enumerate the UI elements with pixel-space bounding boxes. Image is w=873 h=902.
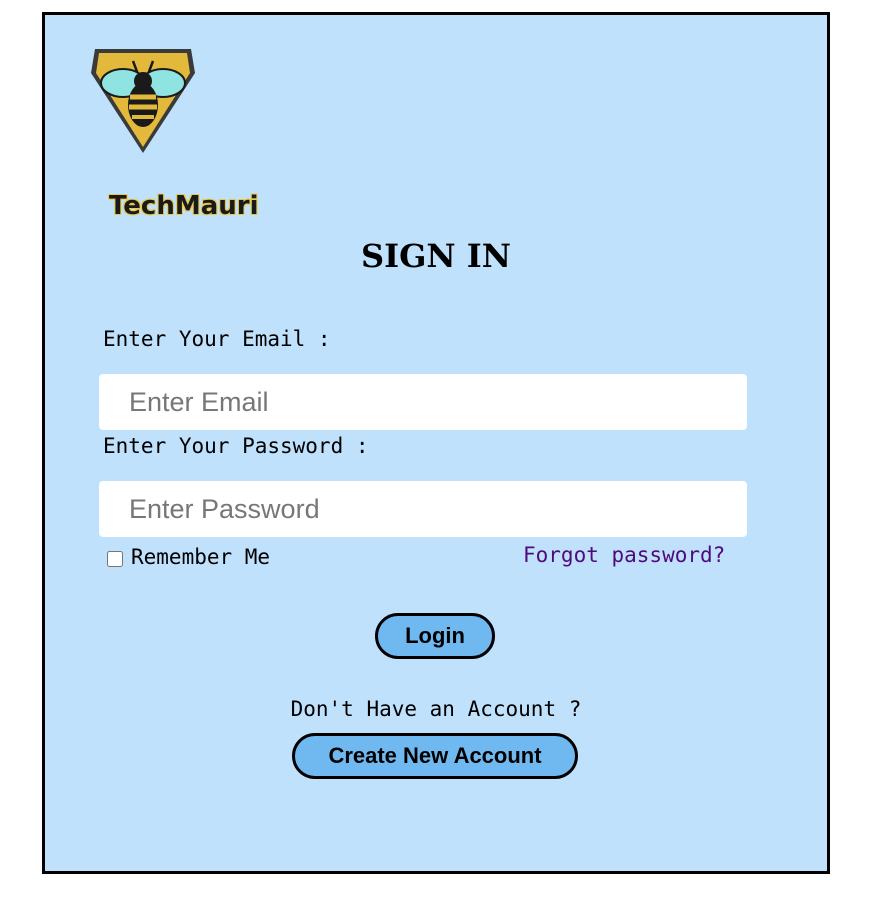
password-label: Enter Your Password :: [103, 434, 369, 458]
create-account-button[interactable]: Create New Account: [292, 733, 578, 779]
sign-in-panel: TechMauri SIGN IN Enter Your Email : Ent…: [42, 12, 830, 874]
email-label: Enter Your Email :: [103, 327, 331, 351]
page-title: SIGN IN: [360, 237, 511, 275]
forgot-password-link[interactable]: Forgot password?: [523, 543, 725, 567]
email-input[interactable]: [99, 374, 747, 430]
remember-me-label: Remember Me: [131, 545, 271, 569]
remember-me-checkbox[interactable]: [107, 551, 123, 567]
bee-shield-icon: [91, 49, 195, 153]
password-input[interactable]: [99, 481, 747, 537]
login-button[interactable]: Login: [375, 613, 495, 659]
brand-logo: TechMauri: [77, 43, 259, 221]
no-account-text: Don't Have an Account ?: [290, 697, 582, 721]
brand-name: TechMauri: [109, 191, 259, 221]
remember-me[interactable]: Remember Me: [105, 545, 270, 569]
